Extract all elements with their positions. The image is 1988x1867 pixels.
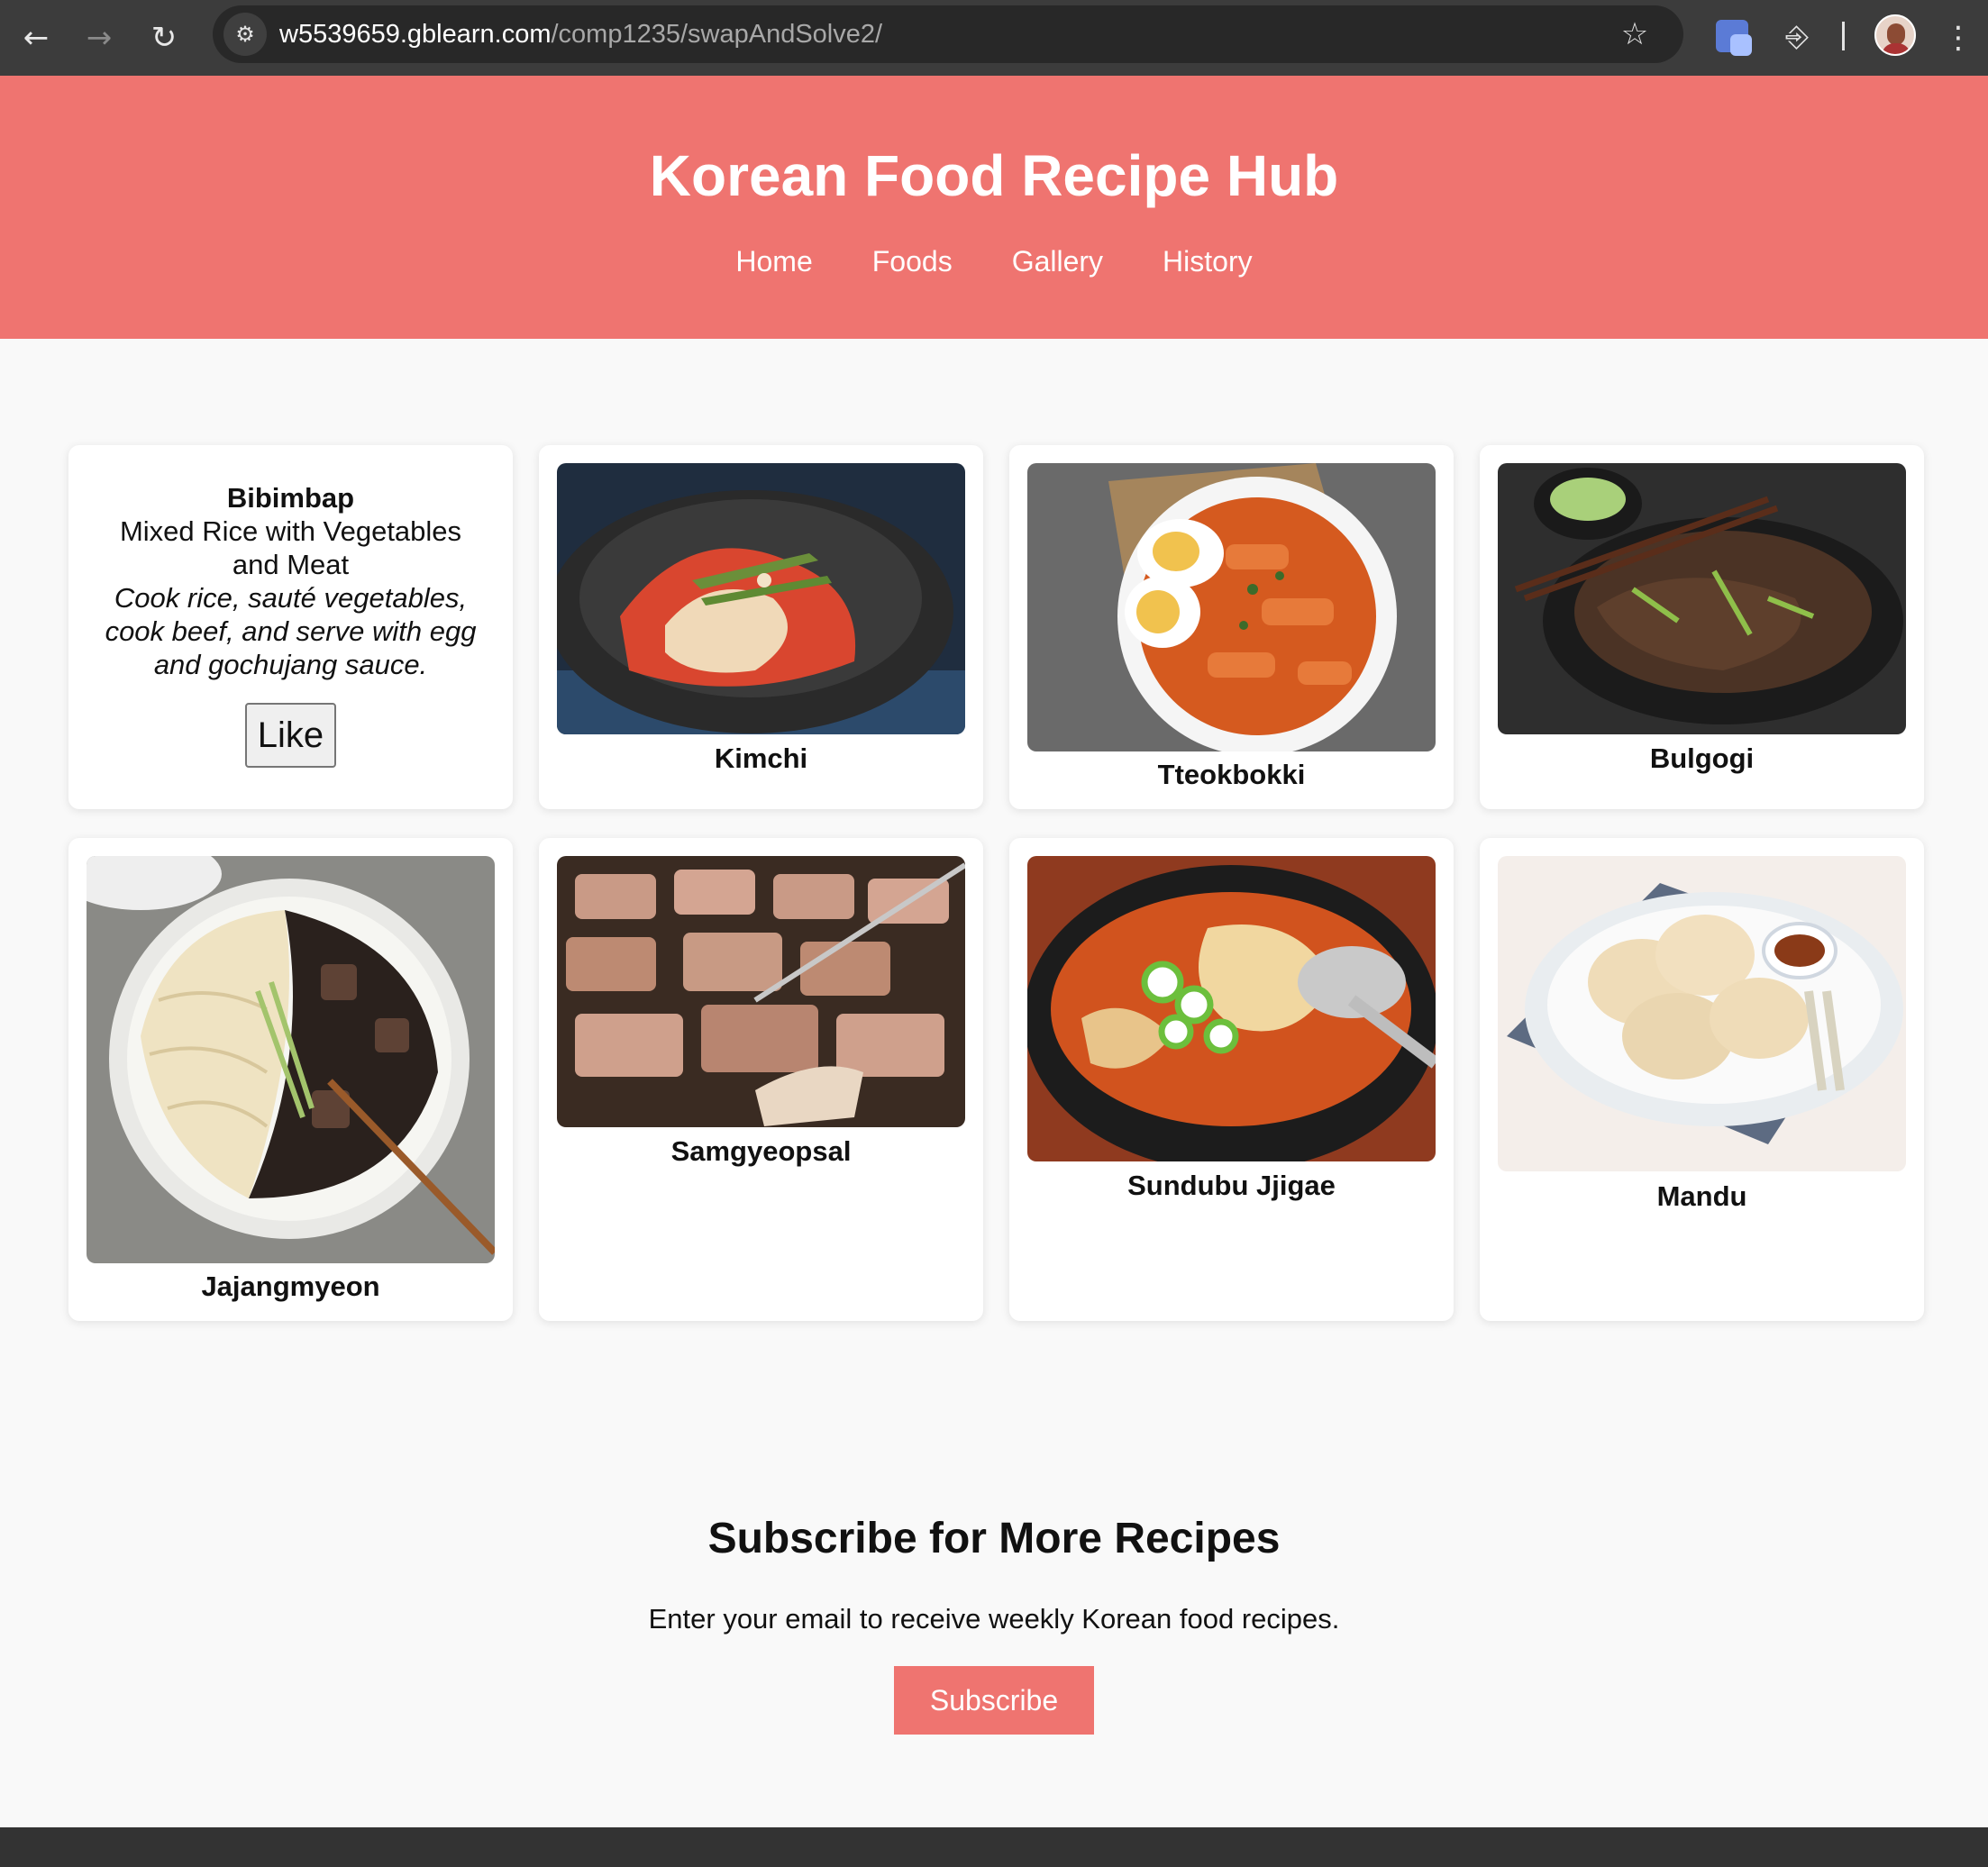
url-path: /comp1235/swapAndSolve2/ (551, 20, 883, 49)
address-bar[interactable]: ⚙ w5539659.gblearn.com/comp1235/swapAndS… (213, 5, 1683, 63)
kimchi-image (557, 463, 965, 734)
toolbar-divider (1842, 22, 1845, 50)
recipe-card-sundubu-jjigae[interactable]: Sundubu Jjigae (1009, 838, 1454, 1321)
card-name: Jajangmyeon (201, 1270, 380, 1302)
sundubu-jjigae-image (1027, 856, 1436, 1161)
nav-gallery[interactable]: Gallery (1012, 245, 1103, 278)
nav-foods[interactable]: Foods (872, 245, 953, 278)
card-description: Cook rice, sauté vegetables, cook beef, … (105, 582, 477, 680)
nav-history[interactable]: History (1163, 245, 1253, 278)
subscribe-heading: Subscribe for More Recipes (707, 1515, 1281, 1562)
profile-avatar[interactable] (1874, 14, 1916, 56)
card-subtitle: Mixed Rice with Vegetables and Meat (119, 515, 462, 580)
like-button[interactable]: Like (245, 703, 336, 768)
bookmark-star-icon[interactable]: ☆ (1613, 13, 1656, 56)
card-name: Kimchi (714, 742, 808, 774)
recipe-card-bulgogi[interactable]: Bulgogi (1480, 445, 1924, 809)
subscribe-button[interactable]: Subscribe (894, 1666, 1094, 1735)
back-arrow-icon[interactable]: ← (14, 16, 58, 59)
recipe-card-samgyeopsal[interactable]: Samgyeopsal (539, 838, 983, 1321)
card-name: Bulgogi (1649, 742, 1755, 774)
extensions-puzzle-icon[interactable]: ⎆ (1777, 16, 1817, 56)
reload-icon[interactable]: ↻ (142, 16, 186, 59)
browser-toolbar: ← → ↻ ⚙ w5539659.gblearn.com/comp1235/sw… (0, 0, 1988, 76)
card-title: Bibimbap (226, 482, 355, 514)
extension-icon[interactable] (1716, 20, 1752, 56)
bulgogi-image (1498, 463, 1906, 734)
recipe-card-kimchi[interactable]: Kimchi (539, 445, 983, 809)
recipe-card-mandu[interactable]: Mandu (1480, 838, 1924, 1321)
subscribe-section: Subscribe for More Recipes Enter your em… (0, 1514, 1988, 1735)
site-footer (0, 1827, 1988, 1867)
forward-arrow-icon[interactable]: → (78, 16, 121, 59)
card-name: Mandu (1656, 1180, 1747, 1212)
subscribe-text: Enter your email to receive weekly Korea… (648, 1603, 1340, 1635)
card-name: Samgyeopsal (670, 1135, 852, 1167)
nav-home[interactable]: Home (735, 245, 812, 278)
tteokbokki-image (1027, 463, 1436, 751)
recipe-card-tteokbokki[interactable]: Tteokbokki (1009, 445, 1454, 809)
card-name: Tteokbokki (1157, 759, 1306, 790)
recipe-card-bibimbap[interactable]: Bibimbap Mixed Rice with Vegetables and … (68, 445, 513, 809)
main-nav: Home Foods Gallery History (0, 245, 1988, 278)
card-name: Sundubu Jjigae (1127, 1170, 1336, 1201)
mandu-image (1498, 856, 1906, 1171)
site-title: Korean Food Recipe Hub (649, 143, 1339, 208)
site-info-icon[interactable]: ⚙ (223, 13, 267, 56)
jajangmyeon-image (87, 856, 495, 1263)
browser-menu-kebab-icon[interactable]: ⋮ (1943, 16, 1974, 59)
url-text[interactable]: w5539659.gblearn.com/comp1235/swapAndSol… (279, 5, 882, 63)
site-header: Korean Food Recipe Hub Home Foods Gallery H… (0, 76, 1988, 339)
url-host: w5539659.gblearn.com (279, 20, 552, 49)
recipe-card-jajangmyeon[interactable]: Jajangmyeon (68, 838, 513, 1321)
samgyeopsal-image (557, 856, 965, 1127)
